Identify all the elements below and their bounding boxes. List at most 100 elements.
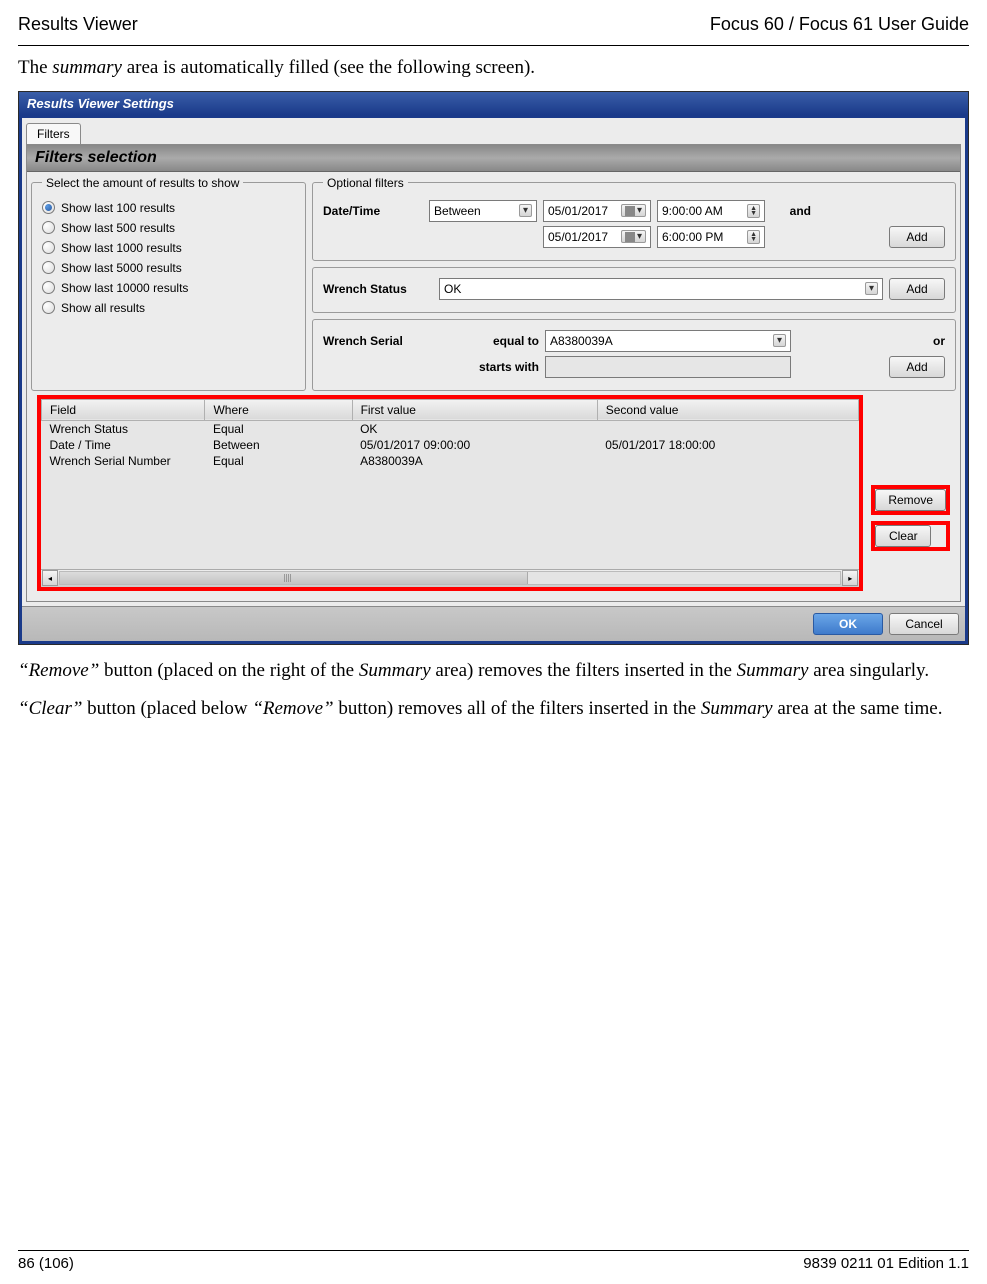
dialog-title: Results Viewer Settings [19,92,968,115]
radio-show-all[interactable]: Show all results [42,298,295,318]
t: area at the same time. [773,698,943,719]
t: button (placed below [82,698,252,719]
chevron-down-icon: ▾ [773,334,786,347]
remove-paragraph: “Remove” button (placed on the right of … [18,659,969,684]
optional-filters-wrench-serial: Wrench Serial equal to A8380039A▾ or sta… [312,319,956,391]
time1-input[interactable]: 9:00:00 AM ▲▼ [657,200,765,222]
page-footer: 86 (106) 9839 0211 01 Edition 1.1 [18,1250,969,1272]
radio-icon [42,301,55,314]
cell: Equal [205,453,352,469]
em-summary: Summary [737,660,809,681]
radio-show-10000[interactable]: Show last 10000 results [42,278,295,298]
starts-with-input[interactable] [545,356,791,378]
filters-banner: Filters selection [27,145,960,172]
chevron-down-icon: ▾ [519,204,532,217]
intro-summary-word: summary [52,57,122,78]
starts-with-label: starts with [439,360,539,374]
summary-table-area: Field Where First value Second value Wre… [37,395,863,591]
dialog-footer: OK Cancel [22,606,965,641]
tab-filters[interactable]: Filters [26,123,81,144]
t: button (placed on the right of the [99,660,359,681]
wrench-serial-label: Wrench Serial [323,334,433,348]
scroll-track[interactable] [59,571,841,585]
combo-value: A8380039A [550,334,613,348]
scroll-left-icon[interactable]: ◂ [42,570,58,586]
date2-input[interactable]: 05/01/2017 ▾ [543,226,651,248]
or-label: or [905,334,945,348]
em-summary: Summary [701,698,773,719]
cell: OK [352,420,597,437]
datetime-operator-combo[interactable]: Between▾ [429,200,537,222]
header-rule [18,45,969,46]
summary-blank [41,469,859,569]
quote-remove: “Remove” [252,698,333,719]
radio-label: Show last 5000 results [61,261,182,275]
t: button) removes all of the filters inser… [334,698,701,719]
col-second[interactable]: Second value [597,399,859,420]
page-header: Results Viewer Focus 60 / Focus 61 User … [18,0,969,45]
em-summary: Summary [359,660,431,681]
table-row[interactable]: Date / TimeBetween05/01/2017 09:00:0005/… [42,437,859,453]
spinner-icon: ▲▼ [747,230,760,244]
remove-button[interactable]: Remove [875,489,946,511]
intro-t3: area is automatically filled (see the fo… [122,57,535,78]
scroll-thumb[interactable] [60,572,528,584]
time-value: 6:00:00 PM [662,230,723,244]
header-left: Results Viewer [18,14,138,35]
radio-label: Show all results [61,301,145,315]
calendar-icon: ▾ [621,230,646,243]
date1-input[interactable]: 05/01/2017▾ [543,200,651,222]
amount-fieldset: Select the amount of results to show Sho… [31,176,306,391]
radio-icon [42,281,55,294]
cell: Equal [205,420,352,437]
optional-legend: Optional filters [323,176,408,190]
cell [597,420,859,437]
time-value: 9:00:00 AM [662,204,723,218]
tab-content: Filters selection Select the amount of r… [26,144,961,602]
radio-show-100[interactable]: Show last 100 results [42,198,295,218]
cell: Date / Time [42,437,205,453]
col-first[interactable]: First value [352,399,597,420]
header-right: Focus 60 / Focus 61 User Guide [710,14,969,35]
cell: 05/01/2017 09:00:00 [352,437,597,453]
radio-show-1000[interactable]: Show last 1000 results [42,238,295,258]
add-wrench-serial-button[interactable]: Add [889,356,945,378]
optional-filters-datetime: Optional filters Date/Time Between▾ 05/0… [312,176,956,261]
clear-button[interactable]: Clear [875,525,931,547]
radio-label: Show last 10000 results [61,281,188,295]
time2-input[interactable]: 6:00:00 PM ▲▼ [657,226,765,248]
cell: A8380039A [352,453,597,469]
table-row[interactable]: Wrench StatusEqualOK [42,420,859,437]
scroll-right-icon[interactable]: ▸ [842,570,858,586]
tab-strip: Filters [22,118,965,144]
add-wrench-status-button[interactable]: Add [889,278,945,300]
radio-icon [42,201,55,214]
radio-icon [42,241,55,254]
cell: 05/01/2017 18:00:00 [597,437,859,453]
wrench-status-combo[interactable]: OK▾ [439,278,883,300]
wrench-serial-combo[interactable]: A8380039A ▾ [545,330,791,352]
col-field[interactable]: Field [42,399,205,420]
footer-left: 86 (106) [18,1255,74,1272]
table-row[interactable]: Wrench Serial NumberEqualA8380039A [42,453,859,469]
summary-table: Field Where First value Second value Wre… [41,399,859,469]
amount-legend: Select the amount of results to show [42,176,243,190]
cell: Wrench Status [42,420,205,437]
quote-remove: “Remove” [18,660,99,681]
cancel-button[interactable]: Cancel [889,613,959,635]
and-label: and [771,204,811,218]
calendar-icon: ▾ [621,204,646,217]
ok-button[interactable]: OK [813,613,883,635]
wrench-status-label: Wrench Status [323,282,433,296]
add-datetime-button[interactable]: Add [889,226,945,248]
t: area singularly. [808,660,929,681]
summary-scrollbar[interactable]: ◂ ▸ [41,569,859,587]
radio-show-500[interactable]: Show last 500 results [42,218,295,238]
col-where[interactable]: Where [205,399,352,420]
results-viewer-settings-dialog: Results Viewer Settings Filters Filters … [18,91,969,645]
radio-label: Show last 500 results [61,221,175,235]
chevron-down-icon: ▾ [865,282,878,295]
spinner-icon: ▲▼ [747,204,760,218]
radio-show-5000[interactable]: Show last 5000 results [42,258,295,278]
date-value: 05/01/2017 [548,230,608,244]
